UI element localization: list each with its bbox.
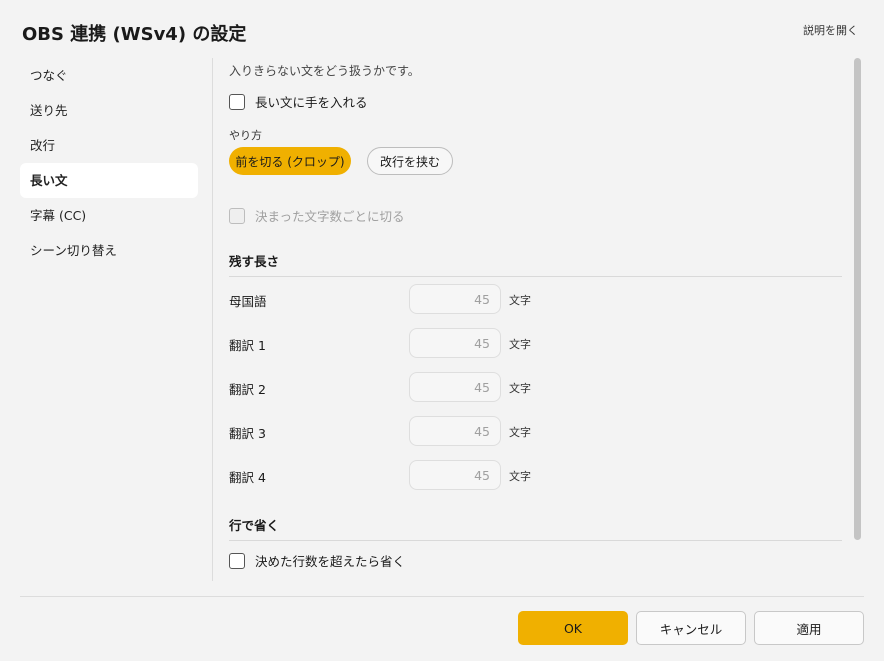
handle-long-text-label: 長い文に手を入れる [255, 95, 368, 110]
settings-panel: 入りきらない文をどう扱うかです。 長い文に手を入れる やり方 前を切る (クロッ… [229, 58, 842, 581]
sidebar-item-connect[interactable]: つなぐ [20, 58, 198, 93]
sidebar-item-long-text[interactable]: 長い文 [20, 163, 198, 198]
length-input-translation-1[interactable] [409, 328, 501, 358]
sidebar-item-captions[interactable]: 字幕 (CC) [20, 198, 198, 233]
length-row-label: 母国語 [229, 294, 267, 309]
keep-length-heading: 残す長さ [229, 251, 842, 277]
length-input-translation-3[interactable] [409, 416, 501, 446]
sidebar-item-line-break[interactable]: 改行 [20, 128, 198, 163]
section-description: 入りきらない文をどう扱うかです。 [229, 64, 420, 78]
method-option-insert-break[interactable]: 改行を挟む [367, 147, 453, 175]
length-input-native[interactable] [409, 284, 501, 314]
method-label: やり方 [229, 129, 262, 142]
keep-length-row-translation-3: 翻訳 3 文字 [229, 416, 842, 446]
length-unit: 文字 [509, 382, 531, 395]
length-unit: 文字 [509, 426, 531, 439]
sidebar-divider [212, 58, 213, 581]
sidebar-item-destination[interactable]: 送り先 [20, 93, 198, 128]
length-unit: 文字 [509, 470, 531, 483]
omit-by-lines-label: 決めた行数を超えたら省く [255, 554, 406, 569]
omit-by-lines-checkbox[interactable]: 決めた行数を超えたら省く [229, 551, 405, 570]
handle-long-text-checkbox[interactable]: 長い文に手を入れる [229, 92, 368, 111]
cancel-button[interactable]: キャンセル [636, 611, 746, 645]
apply-button[interactable]: 適用 [754, 611, 864, 645]
length-unit: 文字 [509, 338, 531, 351]
ok-button[interactable]: OK [518, 611, 628, 645]
length-input-translation-2[interactable] [409, 372, 501, 402]
cut-by-chars-checkbox[interactable]: 決まった文字数ごとに切る [229, 206, 405, 225]
keep-length-row-translation-2: 翻訳 2 文字 [229, 372, 842, 402]
method-option-crop[interactable]: 前を切る (クロップ) [229, 147, 351, 175]
dialog-title: OBS 連携 (WSv4) の設定 [22, 24, 247, 45]
sidebar-item-scene-switch[interactable]: シーン切り替え [20, 233, 198, 268]
sidebar: つなぐ 送り先 改行 長い文 字幕 (CC) シーン切り替え [20, 58, 198, 268]
length-row-label: 翻訳 2 [229, 382, 266, 397]
checkbox-box[interactable] [229, 93, 245, 110]
cut-by-chars-label: 決まった文字数ごとに切る [255, 209, 405, 224]
length-row-label: 翻訳 3 [229, 426, 266, 441]
length-row-label: 翻訳 1 [229, 338, 266, 353]
scrollbar-thumb[interactable] [854, 58, 861, 540]
keep-length-row-native: 母国語 文字 [229, 284, 842, 314]
length-unit: 文字 [509, 294, 531, 307]
length-row-label: 翻訳 4 [229, 470, 266, 485]
omit-by-lines-heading: 行で省く [229, 515, 842, 541]
length-input-translation-4[interactable] [409, 460, 501, 490]
footer-divider [20, 596, 864, 597]
checkbox-box[interactable] [229, 207, 245, 224]
help-link[interactable]: 説明を開く [803, 22, 858, 38]
keep-length-row-translation-1: 翻訳 1 文字 [229, 328, 842, 358]
checkbox-box[interactable] [229, 552, 245, 569]
keep-length-row-translation-4: 翻訳 4 文字 [229, 460, 842, 490]
